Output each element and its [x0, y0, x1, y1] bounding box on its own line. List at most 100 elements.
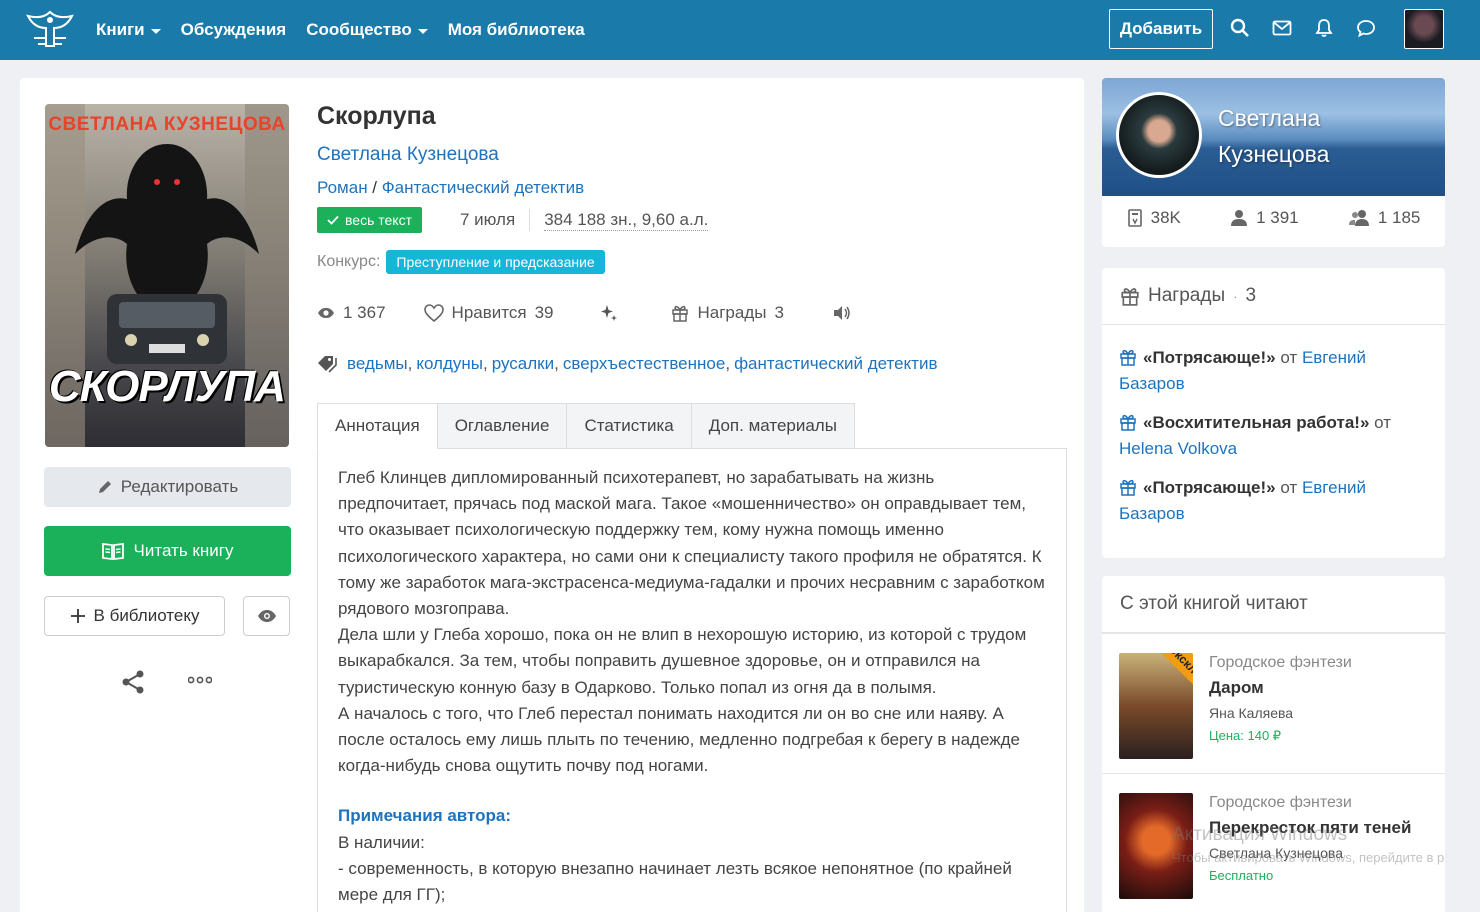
gift-icon [1120, 479, 1136, 496]
tags-row: ведьмы, колдуны, русалки, сверхъестестве… [317, 354, 938, 374]
mail-icon[interactable] [1272, 18, 1292, 38]
award-giver-link[interactable]: Helena Volkova [1119, 439, 1237, 458]
annotation-paragraph: А началось с того, что Глеб перестал пон… [338, 703, 1020, 776]
share-icon[interactable] [120, 669, 146, 695]
publish-date: 7 июля [460, 210, 516, 229]
main-nav: Книги Обсуждения Сообщество Моя библиоте… [96, 0, 585, 60]
eye-icon [257, 610, 276, 622]
author-books-stat[interactable]: 38K [1127, 208, 1181, 228]
watch-button[interactable] [243, 596, 290, 636]
book-tabs: Аннотация Оглавление Статистика Доп. мат… [317, 403, 1067, 449]
tab-extra-materials[interactable]: Доп. материалы [691, 403, 855, 449]
award-item: «Потрясающе!» от Евгений Базаров [1119, 348, 1366, 393]
tab-contents[interactable]: Оглавление [437, 403, 568, 449]
book-price: Бесплатно [1209, 868, 1274, 883]
gift-icon [1121, 288, 1139, 306]
book-author-link[interactable]: Светлана Кузнецова [317, 144, 499, 166]
tags-icon [318, 356, 337, 373]
book-title: Скорлупа [317, 102, 436, 130]
annotation-panel: Глеб Клинцев дипломированный психотерапе… [317, 449, 1067, 912]
genre-line: Роман / Фантастический детектив [317, 178, 585, 197]
list-item[interactable]: Эксклюзив Городское фэнтези Даром Яна Ка… [1102, 633, 1445, 773]
contest-badge[interactable]: Преступление и предсказание [386, 250, 605, 274]
nav-discussions[interactable]: Обсуждения [181, 20, 287, 40]
windows-activation-hint: Чтобы активировать Windows, перейдите в … [1172, 850, 1445, 865]
book-price: Цена: 140 ₽ [1209, 728, 1282, 743]
book-icon [1127, 209, 1142, 227]
nav-books[interactable]: Книги [96, 20, 161, 40]
user-avatar[interactable] [1404, 9, 1444, 49]
award-item: «Восхитительная работа!» от Helena Volko… [1119, 413, 1392, 458]
book-title-link[interactable]: Даром [1209, 678, 1264, 698]
full-text-badge: весь текст [317, 207, 422, 233]
contest-label: Конкурс: [317, 253, 381, 270]
book-size[interactable]: 384 188 зн., 9,60 а.л. [544, 210, 709, 231]
book-genre[interactable]: Городское фэнтези [1209, 794, 1352, 812]
tag-link[interactable]: русалки [492, 354, 554, 374]
tab-statistics[interactable]: Статистика [567, 403, 692, 449]
author-avatar[interactable] [1116, 92, 1202, 178]
book-cover[interactable]: СВЕТЛАНА КУЗНЕЦОВА СКОРЛУПА [45, 104, 289, 447]
bell-icon[interactable] [1314, 18, 1334, 38]
open-book-icon [101, 542, 124, 560]
author-name-link[interactable]: Светлана Кузнецова [1218, 100, 1329, 172]
top-icons [1230, 18, 1376, 38]
windows-activation-watermark: Активация Windows [1172, 824, 1348, 845]
divider [529, 209, 531, 231]
nav-my-library[interactable]: Моя библиотека [448, 20, 585, 40]
top-navbar: Книги Обсуждения Сообщество Моя библиоте… [0, 0, 1480, 60]
book-card: СВЕТЛАНА КУЗНЕЦОВА СКОРЛУПА Редактироват… [20, 78, 1084, 912]
award-item: «Потрясающе!» от Евгений Базаров [1119, 478, 1366, 523]
views-stat: 1 367 [317, 303, 386, 323]
book-thumbnail[interactable]: Эксклюзив [1119, 653, 1193, 759]
checkmark-icon [327, 215, 339, 225]
awards-stat[interactable]: Награды 3 [671, 303, 784, 323]
read-book-button[interactable]: Читать книгу [44, 526, 291, 576]
annotation-paragraph: Глеб Клинцев дипломированный психотерапе… [338, 468, 1045, 619]
genre-sub-link[interactable]: Фантастический детектив [382, 178, 584, 197]
book-author-link[interactable]: Яна Каляева [1209, 705, 1293, 721]
also-reading-header: С этой книгой читают [1102, 576, 1445, 633]
user-icon [1231, 210, 1248, 226]
tab-annotation[interactable]: Аннотация [317, 403, 438, 449]
plus-icon [70, 609, 85, 623]
gift-icon [1120, 414, 1136, 431]
book-genre[interactable]: Городское фэнтези [1209, 654, 1352, 672]
awards-header: Награды · 3 [1102, 268, 1445, 325]
tag-link[interactable]: фантастический детектив [734, 354, 937, 374]
add-to-library-button[interactable]: В библиотеку [44, 596, 225, 636]
contest-row: Конкурс: Преступление и предсказание [317, 250, 605, 274]
tag-link[interactable]: сверхъестественное [563, 354, 725, 374]
author-card: Светлана Кузнецова 38K 1 391 1 185 [1102, 78, 1445, 247]
genre-main-link[interactable]: Роман [317, 178, 368, 197]
gift-icon [672, 305, 689, 322]
sparkles-icon[interactable] [599, 303, 619, 323]
speaker-icon[interactable] [832, 305, 852, 321]
author-stats: 38K 1 391 1 185 [1102, 208, 1445, 228]
more-options-icon[interactable] [188, 676, 212, 684]
edit-button[interactable]: Редактировать [44, 467, 291, 507]
awards-card: Награды · 3 «Потрясающе!» от Евгений Баз… [1102, 268, 1445, 558]
meta-row: весь текст 7 июля 384 188 зн., 9,60 а.л. [317, 207, 709, 233]
add-button[interactable]: Добавить [1109, 9, 1213, 49]
eye-icon [318, 308, 334, 318]
tag-link[interactable]: колдуны [416, 354, 483, 374]
author-friends-stat[interactable]: 1 185 [1348, 208, 1420, 228]
notes-text: - современность, в которую внезапно начи… [338, 858, 1012, 905]
users-icon [1348, 210, 1369, 226]
exclusive-ribbon: Эксклюзив [1147, 653, 1193, 717]
chevron-down-icon [417, 28, 428, 34]
cover-title-text: СКОРЛУПА [48, 362, 286, 411]
book-thumbnail[interactable] [1119, 793, 1193, 899]
chat-icon[interactable] [1356, 18, 1376, 38]
gift-icon [1120, 349, 1136, 366]
stats-row: 1 367 Нравится 39 Награды 3 [317, 303, 852, 323]
site-logo-icon[interactable] [24, 8, 76, 52]
nav-community[interactable]: Сообщество [306, 20, 428, 40]
heart-icon [423, 304, 444, 322]
tag-link[interactable]: ведьмы [347, 354, 408, 374]
search-icon[interactable] [1230, 18, 1250, 38]
pencil-icon [98, 481, 111, 493]
like-button[interactable]: Нравится 39 [423, 303, 553, 323]
author-followers-stat[interactable]: 1 391 [1230, 208, 1299, 228]
